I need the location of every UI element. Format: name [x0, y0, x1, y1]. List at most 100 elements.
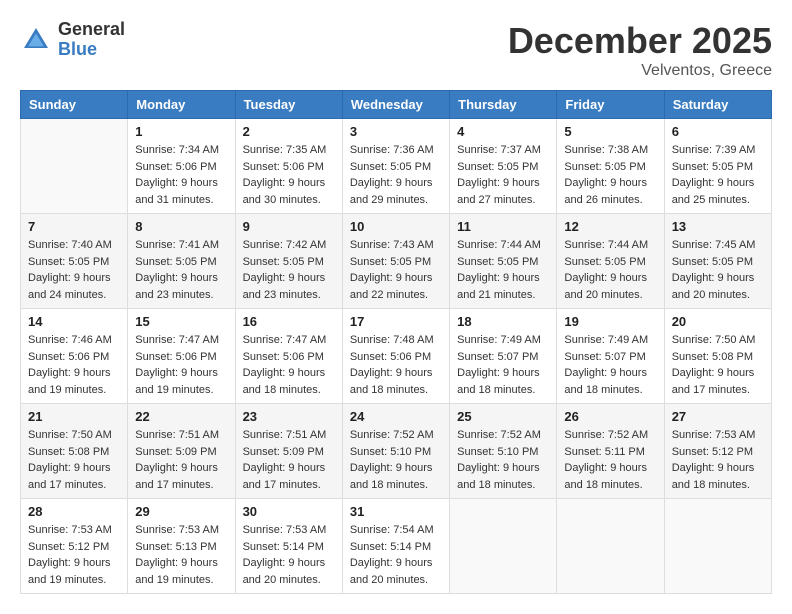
day-info: Sunrise: 7:45 AMSunset: 5:05 PMDaylight:… [672, 237, 764, 303]
day-number: 26 [564, 409, 656, 424]
week-row-3: 14Sunrise: 7:46 AMSunset: 5:06 PMDayligh… [21, 309, 772, 404]
day-info: Sunrise: 7:38 AMSunset: 5:05 PMDaylight:… [564, 142, 656, 208]
day-info: Sunrise: 7:41 AMSunset: 5:05 PMDaylight:… [135, 237, 227, 303]
day-cell: 22 Sunrise: 7:51 AMSunset: 5:09 PMDayligh… [128, 404, 235, 499]
day-cell: 13 Sunrise: 7:45 AMSunset: 5:05 PMDayligh… [664, 214, 771, 309]
day-number: 31 [350, 504, 442, 519]
day-info: Sunrise: 7:43 AMSunset: 5:05 PMDaylight:… [350, 237, 442, 303]
day-info: Sunrise: 7:44 AMSunset: 5:05 PMDaylight:… [564, 237, 656, 303]
day-cell: 23Sunrise: 7:51 AMSunset: 5:09 PMDayligh… [235, 404, 342, 499]
logo: General Blue [20, 20, 125, 60]
day-info: Sunrise: 7:35 AMSunset: 5:06 PMDaylight:… [243, 142, 335, 208]
logo-general: General [58, 20, 125, 40]
logo-icon [20, 24, 52, 56]
day-number: 4 [457, 124, 549, 139]
day-cell [557, 499, 664, 594]
day-cell: 16 Sunrise: 7:47 AMSunset: 5:06 PMDayligh… [235, 309, 342, 404]
day-info: Sunrise: 7:42 AMSunset: 5:05 PMDaylight:… [243, 237, 335, 303]
day-info: Sunrise: 7:49 AMSunset: 5:07 PMDaylight:… [457, 332, 549, 398]
day-info: Sunrise: 7:49 AMSunset: 5:07 PMDaylight:… [564, 332, 656, 398]
day-number: 21 [28, 409, 120, 424]
day-info: Sunrise: 7:34 AMSunset: 5:06 PMDaylight:… [135, 142, 227, 208]
day-info: Sunrise: 7:48 AMSunset: 5:06 PMDaylight:… [350, 332, 442, 398]
day-cell [21, 119, 128, 214]
day-number: 11 [457, 219, 549, 234]
day-info: Sunrise: 7:37 AMSunset: 5:05 PMDaylight:… [457, 142, 549, 208]
day-number: 29 [135, 504, 227, 519]
location: Velventos, Greece [508, 62, 772, 80]
day-number: 8 [135, 219, 227, 234]
week-row-4: 21Sunrise: 7:50 AMSunset: 5:08 PMDayligh… [21, 404, 772, 499]
day-cell: 30 Sunrise: 7:53 AMSunset: 5:14 PMDayligh… [235, 499, 342, 594]
month-title: December 2025 [508, 20, 772, 62]
day-cell: 24 Sunrise: 7:52 AMSunset: 5:10 PMDayligh… [342, 404, 449, 499]
day-info: Sunrise: 7:53 AMSunset: 5:12 PMDaylight:… [672, 427, 764, 493]
day-cell: 8 Sunrise: 7:41 AMSunset: 5:05 PMDaylight… [128, 214, 235, 309]
day-cell: 18 Sunrise: 7:49 AMSunset: 5:07 PMDayligh… [450, 309, 557, 404]
day-info: Sunrise: 7:53 AMSunset: 5:14 PMDaylight:… [243, 522, 335, 588]
weekday-header-friday: Friday [557, 91, 664, 119]
day-info: Sunrise: 7:47 AMSunset: 5:06 PMDaylight:… [243, 332, 335, 398]
day-info: Sunrise: 7:39 AMSunset: 5:05 PMDaylight:… [672, 142, 764, 208]
day-cell: 10 Sunrise: 7:43 AMSunset: 5:05 PMDayligh… [342, 214, 449, 309]
day-number: 22 [135, 409, 227, 424]
day-info: Sunrise: 7:54 AMSunset: 5:14 PMDaylight:… [350, 522, 442, 588]
day-number: 17 [350, 314, 442, 329]
day-number: 20 [672, 314, 764, 329]
weekday-header-saturday: Saturday [664, 91, 771, 119]
day-info: Sunrise: 7:44 AMSunset: 5:05 PMDaylight:… [457, 237, 549, 303]
day-cell: 14Sunrise: 7:46 AMSunset: 5:06 PMDayligh… [21, 309, 128, 404]
day-info: Sunrise: 7:53 AMSunset: 5:12 PMDaylight:… [28, 522, 120, 588]
day-cell: 26 Sunrise: 7:52 AMSunset: 5:11 PMDayligh… [557, 404, 664, 499]
week-row-2: 7 Sunrise: 7:40 AMSunset: 5:05 PMDaylight… [21, 214, 772, 309]
day-info: Sunrise: 7:50 AMSunset: 5:08 PMDaylight:… [672, 332, 764, 398]
weekday-header-wednesday: Wednesday [342, 91, 449, 119]
day-number: 24 [350, 409, 442, 424]
day-info: Sunrise: 7:52 AMSunset: 5:11 PMDaylight:… [564, 427, 656, 493]
day-number: 19 [564, 314, 656, 329]
day-number: 25 [457, 409, 549, 424]
day-number: 7 [28, 219, 120, 234]
day-info: Sunrise: 7:51 AMSunset: 5:09 PMDaylight:… [243, 427, 335, 493]
day-info: Sunrise: 7:52 AMSunset: 5:10 PMDaylight:… [350, 427, 442, 493]
day-cell: 31 Sunrise: 7:54 AMSunset: 5:14 PMDayligh… [342, 499, 449, 594]
day-number: 18 [457, 314, 549, 329]
day-cell: 15Sunrise: 7:47 AMSunset: 5:06 PMDayligh… [128, 309, 235, 404]
day-number: 2 [243, 124, 335, 139]
day-number: 10 [350, 219, 442, 234]
day-number: 16 [243, 314, 335, 329]
title-block: December 2025 Velventos, Greece [508, 20, 772, 80]
day-cell: 5 Sunrise: 7:38 AMSunset: 5:05 PMDaylight… [557, 119, 664, 214]
day-cell: 20 Sunrise: 7:50 AMSunset: 5:08 PMDayligh… [664, 309, 771, 404]
weekday-header-row: SundayMondayTuesdayWednesdayThursdayFrid… [21, 91, 772, 119]
day-cell: 25 Sunrise: 7:52 AMSunset: 5:10 PMDayligh… [450, 404, 557, 499]
day-cell: 19 Sunrise: 7:49 AMSunset: 5:07 PMDayligh… [557, 309, 664, 404]
day-cell [664, 499, 771, 594]
day-cell: 3Sunrise: 7:36 AMSunset: 5:05 PMDaylight… [342, 119, 449, 214]
day-cell: 11 Sunrise: 7:44 AMSunset: 5:05 PMDayligh… [450, 214, 557, 309]
day-number: 12 [564, 219, 656, 234]
day-number: 13 [672, 219, 764, 234]
weekday-header-thursday: Thursday [450, 91, 557, 119]
day-info: Sunrise: 7:46 AMSunset: 5:06 PMDaylight:… [28, 332, 120, 398]
day-number: 15 [135, 314, 227, 329]
logo-text: General Blue [58, 20, 125, 60]
week-row-1: 1 Sunrise: 7:34 AMSunset: 5:06 PMDaylight… [21, 119, 772, 214]
day-number: 6 [672, 124, 764, 139]
day-cell: 12 Sunrise: 7:44 AMSunset: 5:05 PMDayligh… [557, 214, 664, 309]
day-cell: 21Sunrise: 7:50 AMSunset: 5:08 PMDayligh… [21, 404, 128, 499]
day-cell: 27 Sunrise: 7:53 AMSunset: 5:12 PMDayligh… [664, 404, 771, 499]
day-number: 27 [672, 409, 764, 424]
day-number: 9 [243, 219, 335, 234]
day-cell: 4 Sunrise: 7:37 AMSunset: 5:05 PMDaylight… [450, 119, 557, 214]
day-cell: 1 Sunrise: 7:34 AMSunset: 5:06 PMDaylight… [128, 119, 235, 214]
day-number: 1 [135, 124, 227, 139]
day-info: Sunrise: 7:40 AMSunset: 5:05 PMDaylight:… [28, 237, 120, 303]
day-number: 30 [243, 504, 335, 519]
day-info: Sunrise: 7:51 AMSunset: 5:09 PMDaylight:… [135, 427, 227, 493]
day-cell [450, 499, 557, 594]
day-cell: 29Sunrise: 7:53 AMSunset: 5:13 PMDayligh… [128, 499, 235, 594]
day-cell: 9 Sunrise: 7:42 AMSunset: 5:05 PMDaylight… [235, 214, 342, 309]
day-info: Sunrise: 7:52 AMSunset: 5:10 PMDaylight:… [457, 427, 549, 493]
day-number: 5 [564, 124, 656, 139]
